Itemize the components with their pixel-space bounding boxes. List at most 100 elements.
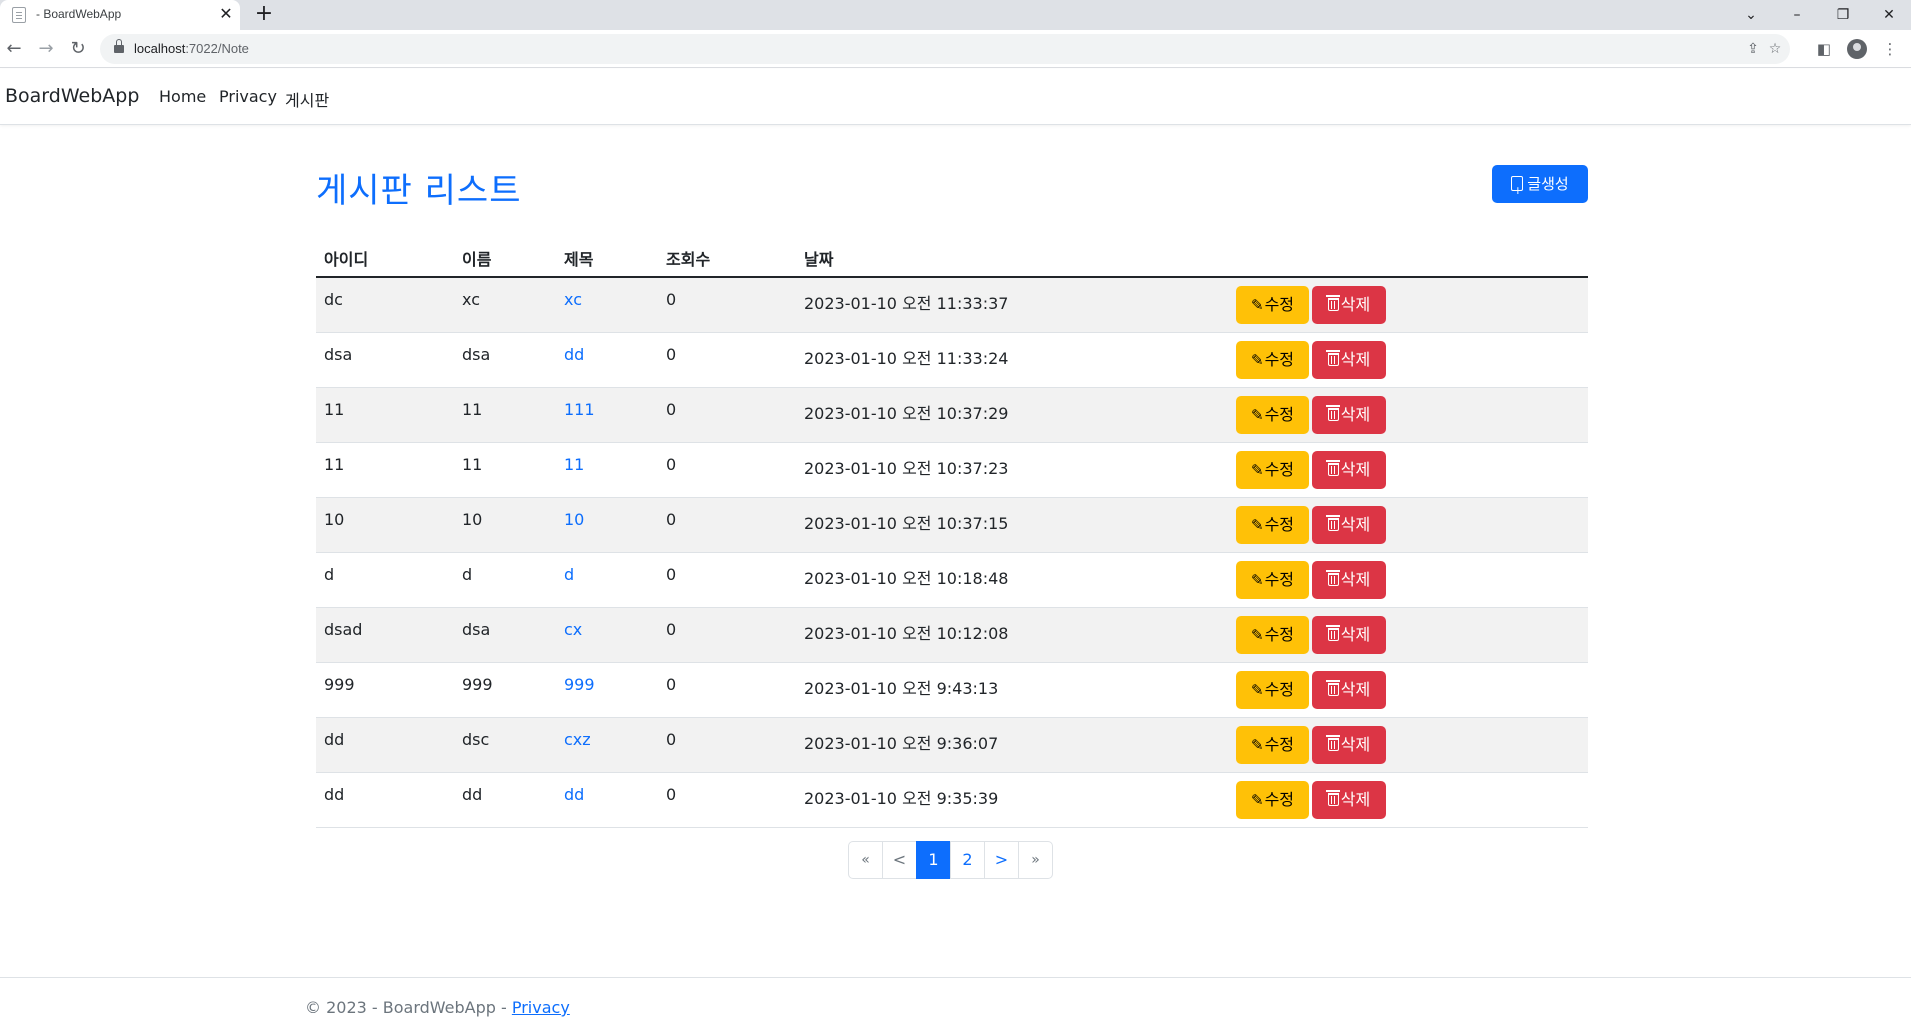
- footer: © 2023 - BoardWebApp - Privacy: [0, 977, 1911, 1026]
- delete-label: 삭제: [1340, 679, 1371, 699]
- cell-date: 2023-01-10 오전 10:37:23: [796, 442, 1228, 498]
- cell-name: dd: [454, 772, 556, 828]
- footer-privacy-link[interactable]: Privacy: [512, 998, 570, 1017]
- edit-button[interactable]: ✎수정: [1236, 670, 1309, 709]
- delete-button[interactable]: 삭제: [1312, 340, 1386, 379]
- post-title-link[interactable]: cxz: [564, 730, 591, 749]
- edit-button[interactable]: ✎수정: [1236, 780, 1309, 819]
- table-row: dd dd dd 0 2023-01-10 오전 9:35:39 ✎수정 삭제: [316, 772, 1588, 828]
- trash-icon: [1325, 514, 1340, 531]
- back-icon[interactable]: ←: [2, 38, 26, 62]
- edit-button[interactable]: ✎수정: [1236, 395, 1309, 434]
- cell-title: xc: [556, 277, 658, 333]
- post-title-link[interactable]: dd: [564, 785, 584, 804]
- edit-button[interactable]: ✎수정: [1236, 340, 1309, 379]
- delete-button[interactable]: 삭제: [1312, 670, 1386, 709]
- share-icon[interactable]: ⇪: [1744, 40, 1762, 58]
- edit-button[interactable]: ✎수정: [1236, 560, 1309, 599]
- cell-date: 2023-01-10 오전 9:43:13: [796, 662, 1228, 718]
- post-title-link[interactable]: 11: [564, 455, 584, 474]
- side-panel-icon[interactable]: ◧: [1813, 38, 1835, 60]
- create-post-button[interactable]: 글생성: [1492, 165, 1588, 210]
- page-icon: [12, 7, 26, 23]
- cell-views: 0: [658, 607, 796, 663]
- cell-actions: ✎수정 삭제: [1228, 607, 1588, 663]
- minimize-icon[interactable]: –: [1782, 4, 1812, 26]
- post-title-link[interactable]: d: [564, 565, 574, 584]
- post-title-link[interactable]: 999: [564, 675, 595, 694]
- cell-name: dsa: [454, 607, 556, 663]
- table-row: d d d 0 2023-01-10 오전 10:18:48 ✎수정 삭제: [316, 552, 1588, 608]
- delete-button[interactable]: 삭제: [1312, 725, 1386, 764]
- tab-title: - BoardWebApp: [36, 7, 122, 21]
- cell-date: 2023-01-10 오전 11:33:24: [796, 332, 1228, 388]
- edit-label: 수정: [1264, 295, 1295, 314]
- trash-icon: [1325, 734, 1340, 751]
- page-first-button[interactable]: «: [848, 841, 883, 879]
- edit-label: 수정: [1264, 734, 1295, 754]
- page-last-button[interactable]: »: [1018, 841, 1053, 879]
- cell-views: 0: [658, 552, 796, 608]
- window-close-icon[interactable]: ✕: [1874, 4, 1904, 26]
- pagination: « < 1 2 > »: [848, 841, 1053, 879]
- lock-icon[interactable]: [114, 39, 124, 53]
- delete-button[interactable]: 삭제: [1312, 560, 1386, 599]
- post-title-link[interactable]: 111: [564, 400, 595, 419]
- forward-icon[interactable]: →: [34, 38, 58, 62]
- cell-title: dd: [556, 332, 658, 388]
- edit-button[interactable]: ✎수정: [1236, 450, 1309, 489]
- pencil-icon: ✎: [1250, 460, 1264, 479]
- table-row: dd dsc cxz 0 2023-01-10 오전 9:36:07 ✎수정 삭제: [316, 717, 1588, 773]
- delete-button[interactable]: 삭제: [1312, 450, 1386, 489]
- restore-icon[interactable]: ❐: [1828, 4, 1858, 26]
- edit-button[interactable]: ✎수정: [1236, 286, 1309, 324]
- cell-views: 0: [658, 332, 796, 388]
- browser-tab[interactable]: - BoardWebApp ✕: [0, 0, 240, 30]
- page-prev-button[interactable]: <: [882, 841, 917, 879]
- nav-link-privacy[interactable]: Privacy: [219, 87, 277, 106]
- delete-button[interactable]: 삭제: [1312, 286, 1386, 324]
- cell-views: 0: [658, 387, 796, 443]
- trash-icon: [1325, 459, 1340, 476]
- post-title-link[interactable]: dd: [564, 345, 584, 364]
- chevron-down-icon[interactable]: ⌄: [1736, 4, 1766, 26]
- new-tab-icon[interactable]: +: [252, 3, 276, 27]
- pencil-icon: ✎: [1250, 625, 1264, 644]
- edit-button[interactable]: ✎수정: [1236, 615, 1309, 654]
- cell-date: 2023-01-10 오전 9:35:39: [796, 772, 1228, 828]
- table-row: 11 11 111 0 2023-01-10 오전 10:37:29 ✎수정 삭제: [316, 387, 1588, 443]
- header-title: 제목: [556, 239, 658, 278]
- address-bar[interactable]: localhost:7022/Note ⇪ ☆: [100, 34, 1790, 64]
- post-title-link[interactable]: 10: [564, 510, 584, 529]
- table-header-row: 아이디 이름 제목 조회수 날짜: [316, 239, 1588, 278]
- cell-actions: ✎수정 삭제: [1228, 717, 1588, 773]
- close-icon[interactable]: ✕: [216, 4, 236, 24]
- delete-button[interactable]: 삭제: [1312, 615, 1386, 654]
- page-2-button[interactable]: 2: [950, 841, 985, 879]
- cell-name: 11: [454, 442, 556, 498]
- post-title-link[interactable]: cx: [564, 620, 582, 639]
- page-next-button[interactable]: >: [984, 841, 1019, 879]
- edit-label: 수정: [1264, 404, 1295, 424]
- menu-kebab-icon[interactable]: ⋮: [1879, 38, 1901, 60]
- nav-link-home[interactable]: Home: [159, 87, 206, 106]
- edit-label: 수정: [1264, 514, 1295, 534]
- delete-button[interactable]: 삭제: [1312, 505, 1386, 544]
- post-title-link[interactable]: xc: [564, 290, 582, 309]
- nav-link-board[interactable]: 게시판: [285, 87, 329, 111]
- header-actions: [1228, 239, 1588, 278]
- cell-title: cxz: [556, 717, 658, 773]
- trash-icon: [1325, 404, 1340, 421]
- edit-button[interactable]: ✎수정: [1236, 725, 1309, 764]
- reload-icon[interactable]: ↻: [66, 38, 90, 62]
- edit-label: 수정: [1264, 459, 1295, 479]
- trash-icon: [1325, 789, 1340, 806]
- url-text: localhost:7022/Note: [134, 41, 249, 56]
- page-1-button[interactable]: 1: [916, 841, 951, 879]
- delete-button[interactable]: 삭제: [1312, 395, 1386, 434]
- edit-button[interactable]: ✎수정: [1236, 505, 1309, 544]
- profile-avatar-icon[interactable]: [1847, 39, 1867, 59]
- delete-button[interactable]: 삭제: [1312, 780, 1386, 819]
- brand-link[interactable]: BoardWebApp: [5, 85, 139, 107]
- bookmark-star-icon[interactable]: ☆: [1766, 40, 1784, 58]
